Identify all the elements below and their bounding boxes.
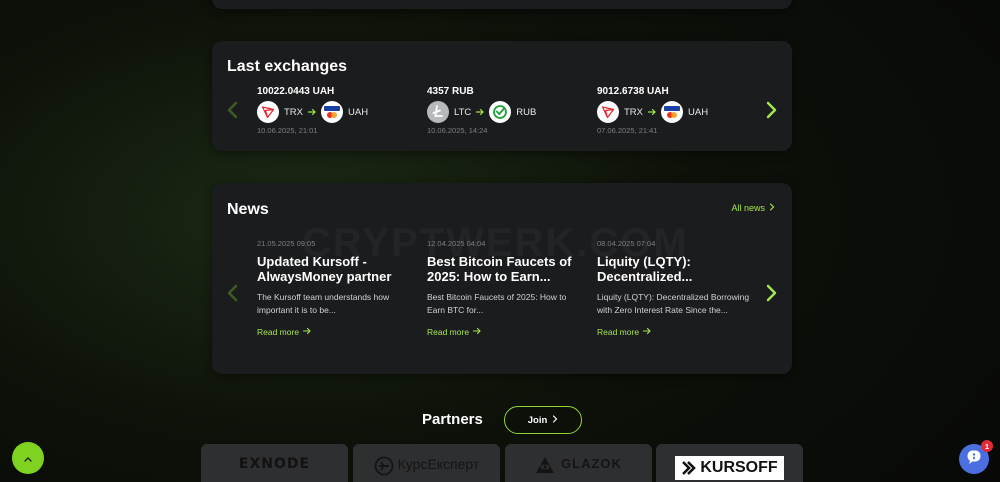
arrow-right-icon: [476, 108, 485, 116]
from-currency: TRX: [284, 106, 303, 118]
all-news-label: All news: [731, 203, 765, 213]
news-item[interactable]: 21.05.2025 09:05 Updated Kursoff - Alway…: [257, 239, 412, 337]
exchange-item[interactable]: 10022.0443 UAH TRX UAH 10.06.2025, 21:01: [257, 86, 417, 135]
chevron-right-icon: [769, 203, 775, 213]
exchange-amount: 9012.6738 UAH: [597, 86, 669, 97]
news-item[interactable]: 12.04.2025 04:04 Best Bitcoin Faucets of…: [427, 239, 582, 337]
news-date: 08.04.2025 07:04: [597, 239, 656, 248]
news-excerpt: Best Bitcoin Faucets of 2025: How to Ear…: [427, 292, 567, 315]
read-more-link[interactable]: Read more: [597, 327, 752, 337]
exchange-date: 07.06.2025, 21:41: [597, 126, 658, 135]
exchange-date: 10.06.2025, 21:01: [257, 126, 318, 135]
chat-icon: [966, 449, 982, 470]
exchange-date: 10.06.2025, 14:24: [427, 126, 488, 135]
partner-exnode[interactable]: EXNODE: [201, 444, 348, 482]
news-card: CRYPTWERK.COM News All news 21.05.2025 0…: [212, 183, 792, 374]
partner-logo-box: KURSOFF: [675, 456, 784, 480]
arrow-right-icon: [643, 327, 651, 337]
news-item[interactable]: 08.04.2025 07:04 Liquity (LQTY): Decentr…: [597, 239, 752, 337]
from-currency: TRX: [624, 106, 643, 118]
kursoff-logo-icon: [681, 460, 697, 476]
scroll-to-top-button[interactable]: [12, 442, 44, 474]
from-currency: LTC: [454, 106, 472, 118]
news-next-arrow[interactable]: [766, 284, 780, 302]
exchange-amount: 4357 RUB: [427, 86, 474, 97]
arrow-right-icon: [648, 108, 656, 116]
partner-logo: КурсЕксперт: [397, 456, 480, 472]
arrow-right-icon: [473, 327, 481, 337]
news-headline[interactable]: Liquity (LQTY): Decentralized...: [597, 254, 752, 284]
last-exchanges-card: Last exchanges 10022.0443 UAH TRX UAH 10…: [212, 41, 792, 151]
arrow-right-icon: [308, 108, 316, 116]
chevron-right-icon: [552, 414, 558, 426]
news-date: 12.04.2025 04:04: [427, 239, 486, 248]
visa-mastercard-icon: [321, 101, 343, 123]
join-label: Join: [527, 414, 548, 426]
news-title: News: [227, 201, 269, 218]
partner-kursoff[interactable]: KURSOFF: [656, 444, 803, 482]
chat-widget-button[interactable]: 1: [959, 440, 993, 474]
news-excerpt: The Kursoff team understands how importa…: [257, 292, 390, 315]
read-more-label: Read more: [427, 327, 470, 337]
litecoin-icon: [427, 101, 449, 123]
exchange-item[interactable]: 9012.6738 UAH TRX UAH 07.06.2025, 21:41: [597, 86, 757, 135]
partner-logo: KURSOFF: [700, 459, 778, 476]
join-button[interactable]: Join: [504, 406, 582, 434]
partner-kursexpert[interactable]: КурсЕксперт: [353, 444, 500, 482]
read-more-label: Read more: [597, 327, 640, 337]
news-headline[interactable]: Best Bitcoin Faucets of 2025: How to Ear…: [427, 254, 582, 284]
read-more-link[interactable]: Read more: [257, 327, 412, 337]
eye-icon: [535, 456, 555, 474]
exchange-item[interactable]: 4357 RUB LTC RUB 10.06.2025, 14:24: [427, 86, 587, 135]
read-more-label: Read more: [257, 327, 300, 337]
exchange-amount: 10022.0443 UAH: [257, 86, 335, 97]
partner-glazok[interactable]: GLAZOK: [505, 444, 652, 482]
previous-section-card: [212, 0, 792, 9]
sber-icon: [489, 101, 512, 123]
tron-icon: [597, 101, 619, 123]
news-date: 21.05.2025 09:05: [257, 239, 316, 248]
partner-logo: GLAZOK: [561, 456, 622, 471]
news-prev-arrow[interactable]: [226, 284, 240, 302]
tron-icon: [257, 101, 279, 123]
to-currency: UAH: [688, 106, 709, 118]
visa-mastercard-icon: [661, 101, 683, 123]
kursexpert-logo-icon: [374, 456, 394, 476]
read-more-link[interactable]: Read more: [427, 327, 582, 337]
to-currency: UAH: [348, 106, 369, 118]
chat-notification-badge: 1: [981, 440, 993, 452]
exchanges-next-arrow[interactable]: [766, 101, 780, 119]
news-headline[interactable]: Updated Kursoff - AlwaysMoney partner: [257, 254, 412, 284]
chevron-up-icon: [24, 449, 32, 467]
arrow-right-icon: [303, 327, 311, 337]
partner-logo: EXNODE: [238, 456, 311, 472]
partners-title: Partners: [422, 411, 483, 428]
all-news-link[interactable]: All news: [731, 203, 775, 213]
last-exchanges-title: Last exchanges: [227, 58, 348, 75]
to-currency: RUB: [516, 106, 537, 118]
exchanges-prev-arrow[interactable]: [226, 101, 240, 119]
news-excerpt: Liquity (LQTY): Decentralized Borrowing …: [597, 292, 750, 315]
